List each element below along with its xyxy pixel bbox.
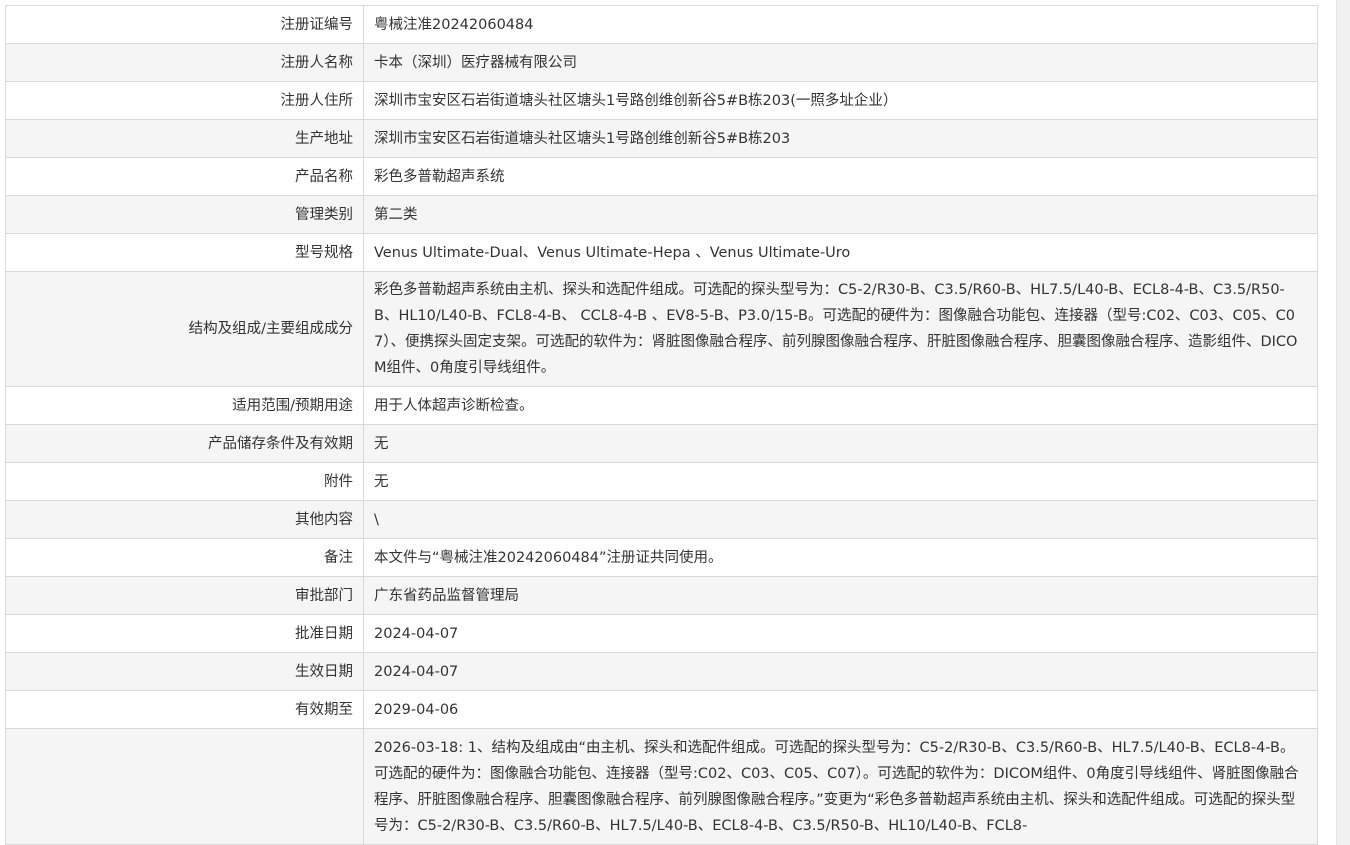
row-value-approval-department: 广东省药品监督管理局 [363,576,1318,615]
table-row: 2026-03-18: 1、结构及组成由“由主机、探头和选配件组成。可选配的探头… [5,728,1318,845]
registration-info-table: 注册证编号 粤械注准20242060484 注册人名称 卡本（深圳）医疗器械有限… [5,5,1318,845]
table-row: 注册人住所 深圳市宝安区石岩街道塘头社区塘头1号路创维创新谷5#B栋203(一照… [5,81,1318,120]
row-value-registrant-address: 深圳市宝安区石岩街道塘头社区塘头1号路创维创新谷5#B栋203(一照多址企业） [363,81,1318,120]
vertical-scrollbar[interactable] [1336,0,1350,845]
table-row: 生产地址 深圳市宝安区石岩街道塘头社区塘头1号路创维创新谷5#B栋203 [5,119,1318,158]
row-value-management-category: 第二类 [363,195,1318,234]
row-value-model-spec: Venus Ultimate-Dual、Venus Ultimate-Hepa … [363,233,1318,272]
row-label-intended-use: 适用范围/预期用途 [5,386,364,425]
row-value-other-content: \ [363,500,1318,539]
table-row: 产品名称 彩色多普勒超声系统 [5,157,1318,196]
row-label-other-content: 其他内容 [5,500,364,539]
row-label-storage-validity: 产品储存条件及有效期 [5,424,364,463]
row-label-registration-number: 注册证编号 [5,5,364,44]
row-label-effective-date: 生效日期 [5,652,364,691]
row-value-attachment: 无 [363,462,1318,501]
row-label-attachment: 附件 [5,462,364,501]
table-row: 审批部门 广东省药品监督管理局 [5,576,1318,615]
table-row: 型号规格 Venus Ultimate-Dual、Venus Ultimate-… [5,233,1318,272]
table-row: 产品储存条件及有效期 无 [5,424,1318,463]
row-label-remarks: 备注 [5,538,364,577]
row-label-approval-date: 批准日期 [5,614,364,653]
row-value-approval-date: 2024-04-07 [363,614,1318,653]
row-label-structure-composition: 结构及组成/主要组成成分 [5,271,364,387]
row-label-product-name: 产品名称 [5,157,364,196]
table-row: 结构及组成/主要组成成分 彩色多普勒超声系统由主机、探头和选配件组成。可选配的探… [5,271,1318,387]
table-row: 注册人名称 卡本（深圳）医疗器械有限公司 [5,43,1318,82]
row-value-production-address: 深圳市宝安区石岩街道塘头社区塘头1号路创维创新谷5#B栋203 [363,119,1318,158]
table-row: 附件 无 [5,462,1318,501]
page: 注册证编号 粤械注准20242060484 注册人名称 卡本（深圳）医疗器械有限… [0,0,1350,845]
row-label-management-category: 管理类别 [5,195,364,234]
row-label-change-history [5,728,364,845]
row-value-change-history: 2026-03-18: 1、结构及组成由“由主机、探头和选配件组成。可选配的探头… [363,728,1318,845]
row-label-approval-department: 审批部门 [5,576,364,615]
table-row: 适用范围/预期用途 用于人体超声诊断检查。 [5,386,1318,425]
table-row: 备注 本文件与“粤械注准20242060484”注册证共同使用。 [5,538,1318,577]
row-value-intended-use: 用于人体超声诊断检查。 [363,386,1318,425]
row-value-structure-composition: 彩色多普勒超声系统由主机、探头和选配件组成。可选配的探头型号为：C5-2/R30… [363,271,1318,387]
row-label-production-address: 生产地址 [5,119,364,158]
row-label-valid-until: 有效期至 [5,690,364,729]
table-row: 生效日期 2024-04-07 [5,652,1318,691]
row-value-storage-validity: 无 [363,424,1318,463]
row-value-registration-number: 粤械注准20242060484 [363,5,1318,44]
table-row: 其他内容 \ [5,500,1318,539]
table-row: 注册证编号 粤械注准20242060484 [5,5,1318,44]
row-value-valid-until: 2029-04-06 [363,690,1318,729]
row-label-registrant-address: 注册人住所 [5,81,364,120]
row-value-effective-date: 2024-04-07 [363,652,1318,691]
row-value-registrant-name: 卡本（深圳）医疗器械有限公司 [363,43,1318,82]
row-value-product-name: 彩色多普勒超声系统 [363,157,1318,196]
table-row: 有效期至 2029-04-06 [5,690,1318,729]
row-value-remarks: 本文件与“粤械注准20242060484”注册证共同使用。 [363,538,1318,577]
table-row: 管理类别 第二类 [5,195,1318,234]
table-row: 批准日期 2024-04-07 [5,614,1318,653]
row-label-model-spec: 型号规格 [5,233,364,272]
row-label-registrant-name: 注册人名称 [5,43,364,82]
